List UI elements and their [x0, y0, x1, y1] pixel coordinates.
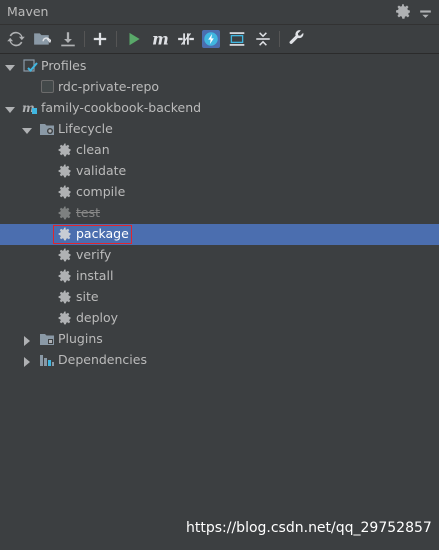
gear-icon — [57, 289, 73, 305]
profiles-icon — [22, 58, 38, 74]
goal-label-site: site — [76, 289, 99, 304]
hide-panel-icon[interactable] — [417, 3, 434, 20]
gear-icon — [57, 205, 73, 221]
annotation-highlight-box — [53, 225, 132, 244]
plugins-folder-icon — [39, 331, 55, 347]
lifecycle-goal-test[interactable]: test — [0, 203, 439, 224]
lifecycle-goal-site[interactable]: site — [0, 287, 439, 308]
lifecycle-goal-validate[interactable]: validate — [0, 161, 439, 182]
expanded-arrow-icon[interactable] — [5, 61, 15, 71]
maven-project-icon: m — [22, 100, 38, 116]
gear-icon[interactable] — [395, 3, 412, 20]
collapse-all-icon[interactable] — [254, 30, 272, 48]
download-sources-icon[interactable] — [59, 30, 77, 48]
tree-node-dependencies[interactable]: Dependencies — [0, 350, 439, 371]
tree-label-rdc-private-repo: rdc-private-repo — [58, 79, 160, 94]
lifecycle-goal-verify[interactable]: verify — [0, 245, 439, 266]
maven-toolbar: m — [0, 25, 439, 54]
goal-label-compile: compile — [76, 184, 126, 199]
gear-icon — [57, 247, 73, 263]
gear-icon — [57, 142, 73, 158]
execute-goal-icon[interactable]: m — [151, 30, 169, 48]
tree-label-plugins: Plugins — [58, 331, 103, 346]
goal-label-test: test — [76, 205, 101, 220]
gear-icon — [57, 163, 73, 179]
tool-window-header: Maven — [0, 0, 439, 25]
tool-window-title: Maven — [7, 4, 49, 19]
tree-node-lifecycle[interactable]: Lifecycle — [0, 119, 439, 140]
lifecycle-goal-install[interactable]: install — [0, 266, 439, 287]
gear-icon — [57, 310, 73, 326]
gear-icon — [57, 268, 73, 284]
run-icon[interactable] — [125, 30, 143, 48]
expanded-arrow-icon[interactable] — [22, 124, 32, 134]
tree-node-project[interactable]: m family-cookbook-backend — [0, 98, 439, 119]
dependencies-icon — [39, 352, 55, 368]
watermark-text: https://blog.csdn.net/qq_29752857 — [186, 520, 432, 536]
lifecycle-folder-icon — [39, 121, 55, 137]
tree-label-project: family-cookbook-backend — [41, 100, 202, 115]
goal-label-install: install — [76, 268, 114, 283]
goal-label-verify: verify — [76, 247, 112, 262]
tree-node-plugins[interactable]: Plugins — [0, 329, 439, 350]
maven-project-tree: Profiles rdc-private-repo m family-cookb… — [0, 55, 439, 455]
goal-label-validate: validate — [76, 163, 127, 178]
expanded-arrow-icon[interactable] — [5, 103, 15, 113]
goal-label-deploy: deploy — [76, 310, 119, 325]
collapsed-arrow-icon[interactable] — [22, 334, 32, 346]
tree-node-profiles[interactable]: Profiles — [0, 56, 439, 77]
tree-label-lifecycle: Lifecycle — [58, 121, 113, 136]
lifecycle-goal-package[interactable]: package — [0, 224, 439, 245]
goal-label-clean: clean — [76, 142, 110, 157]
skip-tests-icon[interactable] — [202, 30, 220, 48]
toggle-offline-icon[interactable] — [177, 30, 195, 48]
lifecycle-goal-compile[interactable]: compile — [0, 182, 439, 203]
show-dependencies-icon[interactable] — [228, 30, 246, 48]
tree-node-profile-rdc-private-repo[interactable]: rdc-private-repo — [0, 77, 439, 98]
lifecycle-goal-clean[interactable]: clean — [0, 140, 439, 161]
tree-label-dependencies: Dependencies — [58, 352, 147, 367]
profile-checkbox[interactable] — [40, 79, 56, 95]
lifecycle-goal-deploy[interactable]: deploy — [0, 308, 439, 329]
svg-text:m: m — [152, 30, 169, 48]
reimport-icon[interactable] — [7, 30, 25, 48]
collapsed-arrow-icon[interactable] — [22, 355, 32, 367]
gear-icon — [57, 184, 73, 200]
generate-sources-icon[interactable] — [33, 30, 51, 48]
wrench-icon[interactable] — [288, 30, 306, 48]
tree-label-profiles: Profiles — [41, 58, 87, 73]
add-project-icon[interactable] — [91, 30, 109, 48]
